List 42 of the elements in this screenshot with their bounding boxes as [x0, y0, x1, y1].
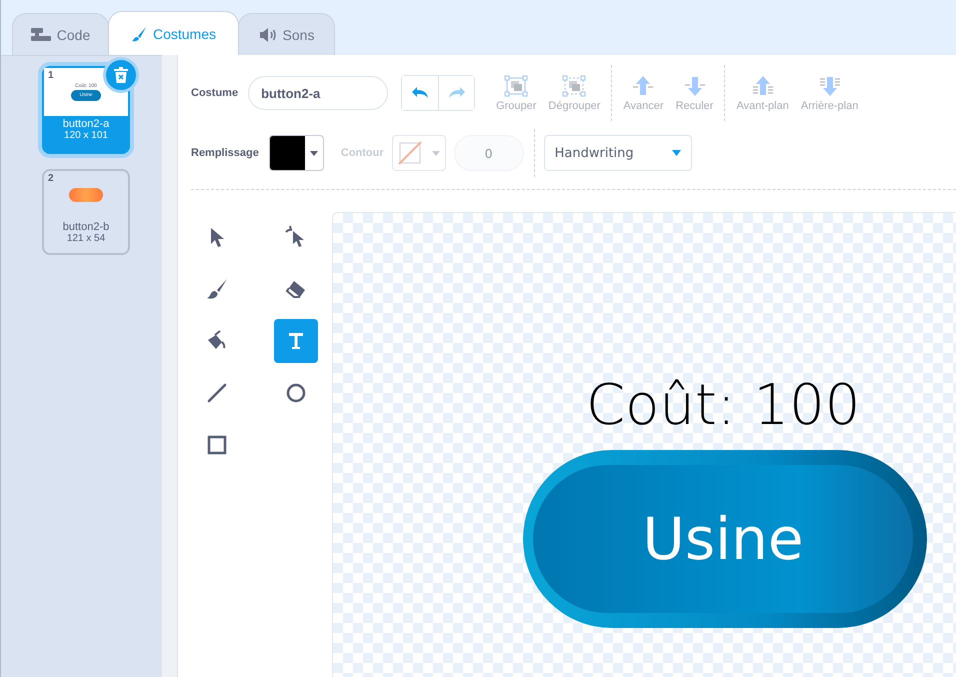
- outline-label: Contour: [340, 147, 384, 159]
- no-color-icon: [396, 140, 423, 166]
- tool-button[interactable]: [274, 319, 318, 363]
- group-icon: [504, 74, 528, 96]
- costume-name: button2-b: [62, 221, 110, 233]
- ungroup-icon: [562, 74, 586, 96]
- drawing-canvas[interactable]: Coût: 100 Usine: [332, 212, 956, 677]
- dropdown-caret-icon: [672, 150, 681, 156]
- thumbnail-pill: [69, 188, 103, 202]
- circle-icon: [284, 381, 308, 405]
- costume-size: 120 x 101: [64, 130, 108, 141]
- costume-name: button2-a: [62, 118, 110, 130]
- up-arrow-icon: [631, 74, 656, 96]
- brush-icon: [130, 26, 147, 42]
- costume-size: 121 x 54: [66, 233, 106, 244]
- costume-tile[interactable]: 2 button2-b 121 x 54: [42, 169, 130, 255]
- dropdown-caret-icon: [310, 150, 318, 156]
- redo-icon: [448, 87, 466, 99]
- costume-name-field[interactable]: button2-a: [248, 76, 388, 110]
- fill-label: Remplissage: [191, 147, 259, 159]
- line-icon: [205, 381, 229, 405]
- trash-icon: [114, 67, 128, 83]
- down-arrow-icon: [682, 74, 707, 96]
- canvas-caption: Coût: 100: [586, 378, 860, 434]
- costume-label: Costume: [191, 87, 238, 99]
- speaker-icon: [258, 28, 277, 42]
- delete-button[interactable]: [103, 57, 139, 93]
- undo-icon: [411, 87, 430, 99]
- costume-number: 2: [48, 173, 54, 184]
- bottom-arrow-icon: [818, 74, 842, 96]
- tab[interactable]: Code: [12, 13, 109, 55]
- square-icon: [205, 433, 229, 457]
- outline-color-picker[interactable]: [392, 135, 446, 171]
- top-arrow-icon: [750, 74, 775, 96]
- tab[interactable]: Costumes: [108, 11, 239, 55]
- canvas-button-label: Usine: [642, 505, 804, 573]
- fill-color-picker[interactable]: [268, 135, 324, 171]
- dropdown-caret-icon: [432, 150, 440, 156]
- code-blocks-icon: [30, 28, 51, 42]
- tab[interactable]: Sons: [238, 13, 335, 55]
- costume-number: 1: [48, 70, 54, 81]
- font-dropdown[interactable]: Handwriting: [544, 135, 692, 171]
